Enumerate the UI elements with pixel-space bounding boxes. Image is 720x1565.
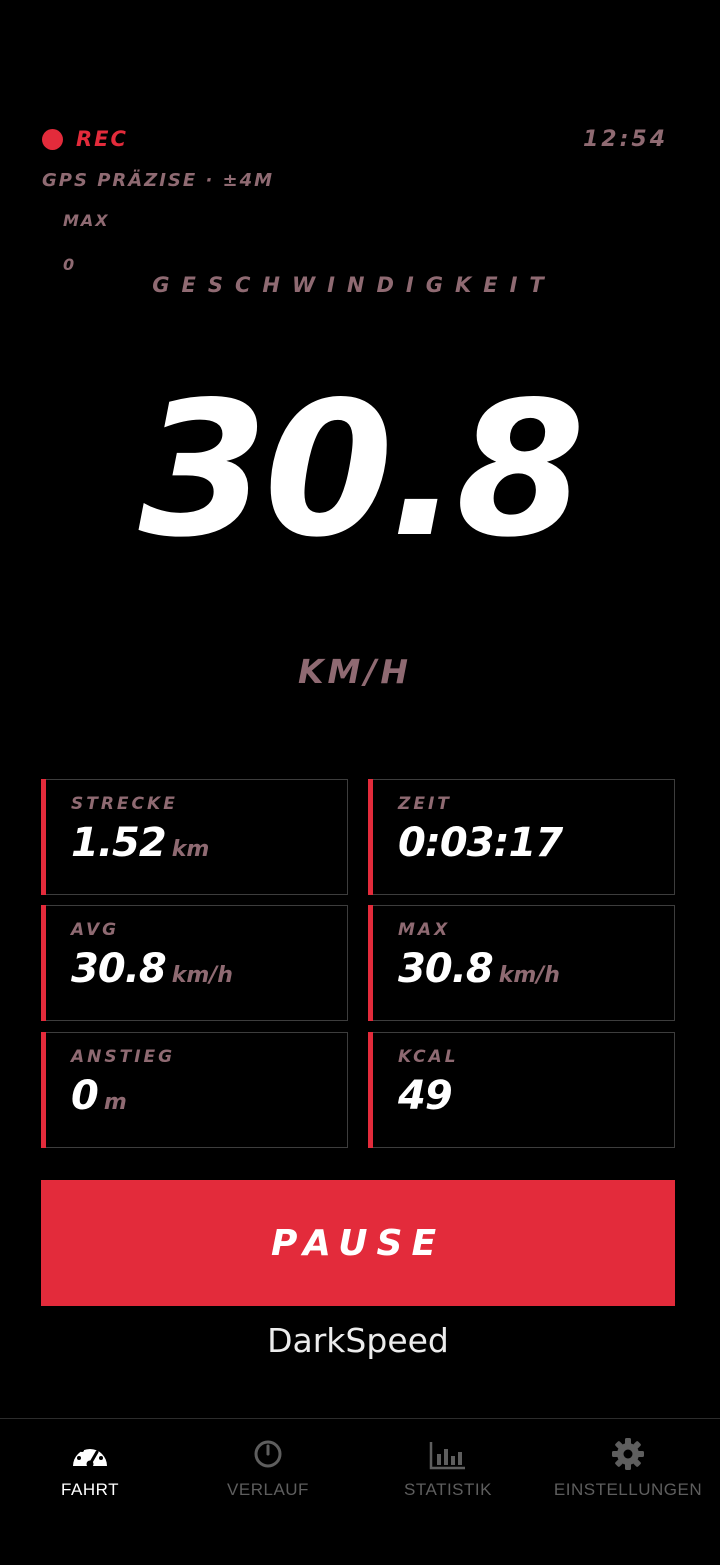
nav-label-fahrt: FAHRT — [61, 1480, 119, 1499]
stat-card-ascent: ANSTIEG 0m — [41, 1032, 348, 1148]
card-accent-bar — [368, 1032, 373, 1148]
clock-time: 12:54 — [582, 127, 668, 152]
stat-label: AVG — [71, 920, 120, 940]
stat-card-average-speed: AVG 30.8 km/h — [41, 905, 348, 1021]
stat-label: ZEIT — [398, 794, 452, 814]
card-accent-bar — [41, 1032, 46, 1148]
card-accent-bar — [41, 905, 46, 1021]
bar-chart-icon — [429, 1442, 465, 1470]
max-speed-mini-label: MAX — [63, 211, 110, 230]
speedometer-icon — [73, 1445, 107, 1468]
nav-divider — [0, 1418, 720, 1419]
stat-value: 0:03:17 — [398, 820, 563, 866]
card-accent-bar — [368, 779, 373, 895]
stat-unit: m — [103, 1090, 127, 1115]
stat-unit: km/h — [498, 963, 560, 988]
stat-value: 0 — [71, 1073, 99, 1119]
current-speed-value: 30.8 — [138, 361, 586, 578]
stat-label: STRECKE — [71, 794, 178, 814]
stat-value: 30.8 — [71, 946, 167, 992]
card-accent-bar — [41, 779, 46, 895]
stat-card-distance: STRECKE 1.52 km — [41, 779, 348, 895]
pause-button-label: PAUSE — [270, 1222, 446, 1264]
gps-accuracy: GPS PRÄZISE · ±4M — [42, 170, 275, 191]
nav-label-verlauf: VERLAUF — [227, 1480, 309, 1499]
clock-icon — [254, 1440, 282, 1468]
stat-label: KCAL — [398, 1047, 459, 1067]
stat-label: ANSTIEG — [71, 1047, 176, 1067]
nav-item-verlauf[interactable]: VERLAUF — [178, 1436, 358, 1516]
pause-button[interactable]: PAUSE — [41, 1180, 675, 1306]
stat-card-max-speed: MAX 30.8 km/h — [368, 905, 675, 1021]
stat-unit: km — [171, 837, 210, 862]
app-name: DarkSpeed — [267, 1321, 449, 1360]
stat-value: 49 — [398, 1073, 453, 1119]
stat-value: 30.8 — [398, 946, 494, 992]
recording-label: REC — [76, 127, 128, 151]
stat-label: MAX — [398, 920, 451, 940]
stat-card-calories: KCAL 49 — [368, 1032, 675, 1148]
stat-card-time: ZEIT 0:03:17 — [368, 779, 675, 895]
card-accent-bar — [368, 905, 373, 1021]
nav-item-einstellungen[interactable]: EINSTELLUNGEN — [538, 1436, 718, 1516]
speed-unit: KM/H — [297, 652, 413, 691]
recording-indicator-dot — [42, 129, 63, 150]
nav-item-fahrt[interactable]: FAHRT — [0, 1436, 180, 1516]
nav-item-statistik[interactable]: STATISTIK — [358, 1436, 538, 1516]
stat-value: 1.52 — [71, 820, 167, 866]
stat-unit: km/h — [171, 963, 233, 988]
speed-label: GESCHWINDIGKEIT — [152, 273, 556, 297]
nav-label-einstellungen: EINSTELLUNGEN — [553, 1480, 703, 1499]
max-speed-mini-value: 0 — [63, 255, 75, 274]
nav-label-statistik: STATISTIK — [404, 1480, 492, 1499]
gear-icon — [612, 1438, 644, 1470]
